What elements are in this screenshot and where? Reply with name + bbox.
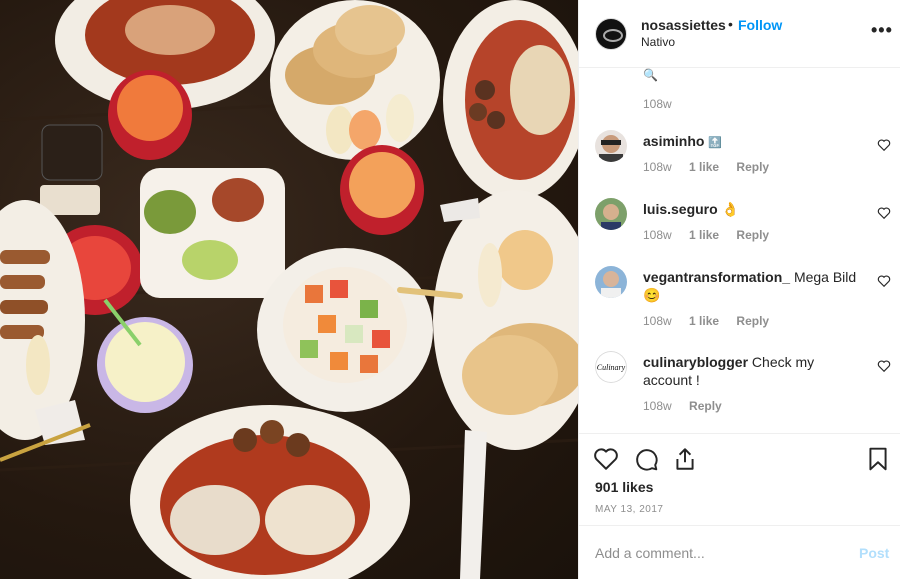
reply-button[interactable]: Reply bbox=[689, 399, 722, 413]
post-header: nosassiettes • Follow Nativo ••• bbox=[579, 0, 900, 68]
commenter-username[interactable]: vegantransformation_ bbox=[643, 269, 790, 285]
commenter-avatar[interactable] bbox=[595, 130, 627, 162]
comment-timestamp[interactable]: 108w bbox=[643, 160, 672, 174]
comments-list[interactable]: 🔍 108w asiminho 🔝 108w 1 like Reply luis… bbox=[579, 68, 900, 433]
post-photo[interactable] bbox=[0, 0, 578, 579]
share-icon[interactable] bbox=[672, 446, 698, 472]
comment-likes[interactable]: 1 like bbox=[689, 228, 719, 242]
post-actions: 901 likes MAY 13, 2017 bbox=[579, 433, 900, 525]
comment-icon[interactable] bbox=[633, 446, 659, 472]
commenter-username[interactable]: luis.seguro bbox=[643, 201, 718, 217]
comment-timestamp[interactable]: 108w bbox=[643, 228, 672, 242]
follow-button[interactable]: Follow bbox=[738, 17, 782, 33]
commenter-avatar[interactable] bbox=[595, 266, 627, 298]
more-options-button[interactable]: ••• bbox=[871, 20, 893, 41]
separator-dot: • bbox=[728, 16, 733, 32]
heart-icon[interactable] bbox=[593, 446, 619, 472]
post-sidebar: nosassiettes • Follow Nativo ••• 🔍 108w … bbox=[578, 0, 900, 579]
author-avatar[interactable] bbox=[595, 18, 627, 50]
heart-icon[interactable] bbox=[877, 274, 891, 288]
reply-button[interactable]: Reply bbox=[736, 228, 769, 242]
heart-icon[interactable] bbox=[877, 206, 891, 220]
author-username[interactable]: nosassiettes bbox=[641, 17, 726, 33]
comment-text: 🔝 bbox=[708, 137, 723, 149]
add-comment-bar: Post bbox=[579, 525, 900, 579]
magnifying-glass-emoji: 🔍 bbox=[643, 68, 658, 82]
likes-count[interactable]: 901 likes bbox=[595, 479, 653, 495]
comment-likes[interactable]: 1 like bbox=[689, 160, 719, 174]
svg-text:Culinary: Culinary bbox=[597, 363, 626, 372]
bookmark-icon[interactable] bbox=[865, 446, 891, 472]
heart-icon[interactable] bbox=[877, 359, 891, 373]
reply-button[interactable]: Reply bbox=[736, 160, 769, 174]
comment-likes[interactable]: 1 like bbox=[689, 314, 719, 328]
comment-timestamp[interactable]: 108w bbox=[643, 314, 672, 328]
comment-timestamp[interactable]: 108w bbox=[643, 399, 672, 413]
comment-input[interactable] bbox=[595, 542, 845, 564]
heart-icon[interactable] bbox=[877, 138, 891, 152]
location-link[interactable]: Nativo bbox=[641, 35, 675, 49]
comment-text: 👌 bbox=[721, 201, 740, 217]
caption-timestamp[interactable]: 108w bbox=[643, 97, 672, 111]
commenter-avatar[interactable] bbox=[595, 198, 627, 230]
post-comment-button[interactable]: Post bbox=[859, 545, 889, 561]
food-table-illustration bbox=[0, 0, 578, 579]
post-date[interactable]: MAY 13, 2017 bbox=[595, 504, 663, 515]
commenter-username[interactable]: asiminho bbox=[643, 133, 704, 149]
commenter-avatar[interactable]: Culinary bbox=[595, 351, 627, 383]
commenter-username[interactable]: culinaryblogger bbox=[643, 354, 748, 370]
reply-button[interactable]: Reply bbox=[736, 314, 769, 328]
